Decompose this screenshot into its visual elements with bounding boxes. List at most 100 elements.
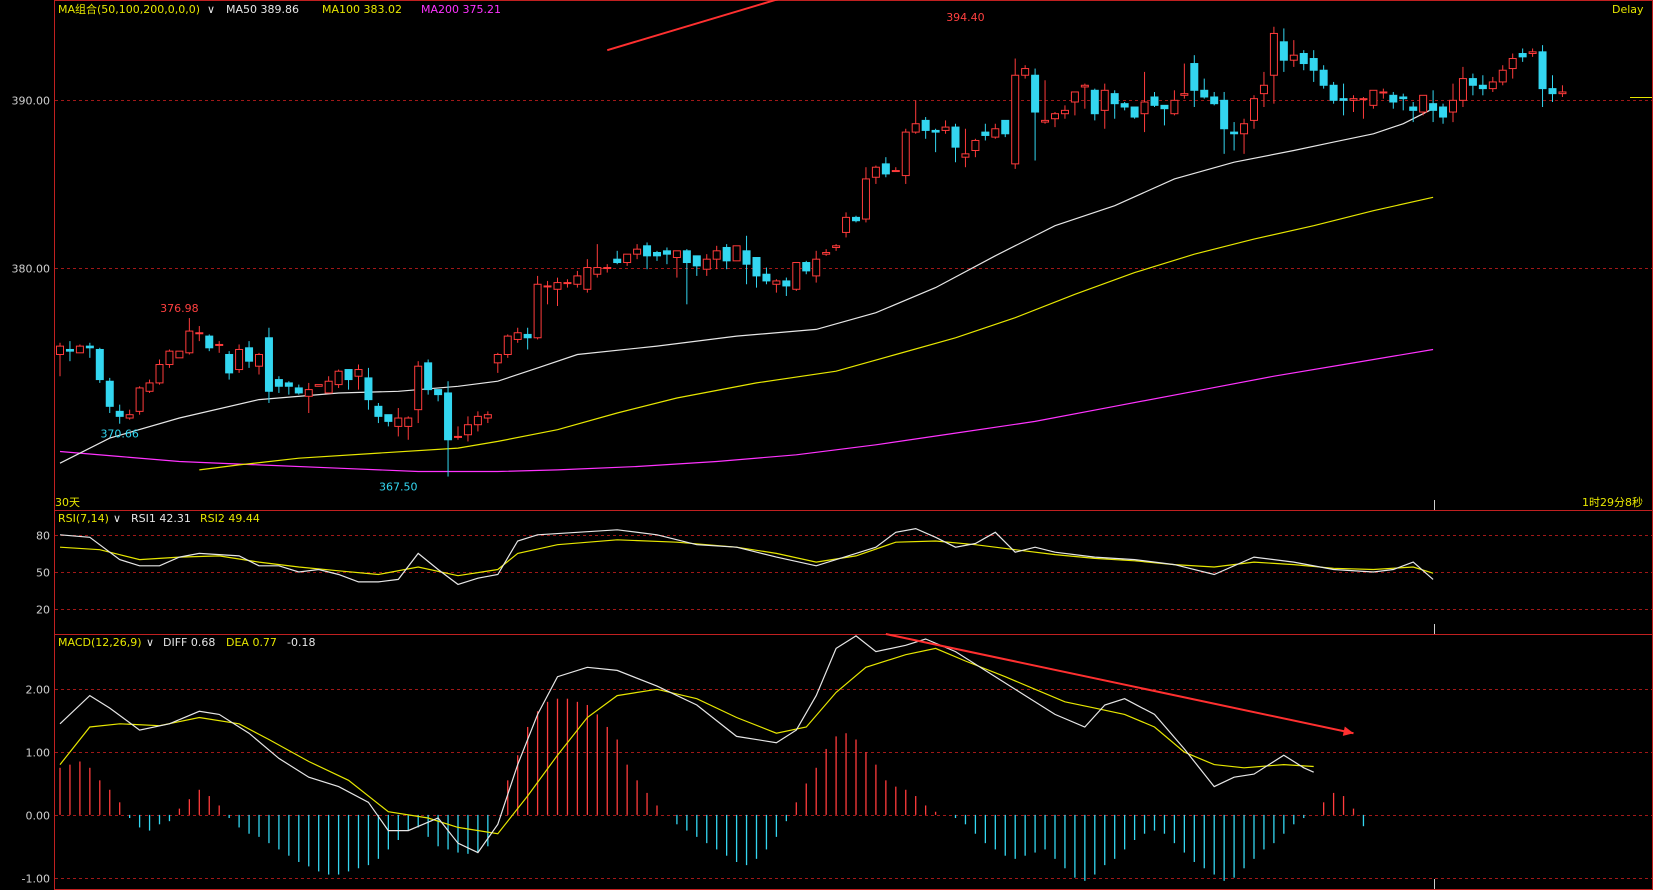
candle-body [454,435,462,438]
candle-body [1220,99,1229,130]
candle-body [573,275,582,285]
candle-body [1399,96,1408,100]
macd-plot [59,635,1365,881]
candle-body [1250,98,1258,121]
candle-body [145,382,154,392]
rsi-indicator-label[interactable]: RSI(7,14) [58,512,109,525]
rsi-chevron-icon[interactable]: ∨ [113,512,121,525]
candle-body [1379,91,1388,94]
candle-body [653,251,661,257]
candle-body [1080,84,1089,88]
candle-body [842,216,851,233]
candle-body [1150,96,1159,106]
candle-body [1140,101,1149,115]
macd-chevron-icon[interactable]: ∨ [146,636,154,649]
macd-tick-label: 0.00 [26,810,51,823]
candle-body [1359,98,1368,101]
candle-body [294,387,303,394]
candle-body [394,417,403,427]
candle-body [503,335,512,355]
candle-body [95,348,104,381]
candle-body [931,129,940,133]
candle-body [782,280,791,287]
candle-body [991,128,1000,138]
rsi-tick-label: 50 [36,567,50,580]
candle-body [1458,78,1467,101]
candle-body [215,343,224,346]
trend-arrow-shaft-1 [885,633,1354,735]
candle-body [105,380,114,407]
candle-body [205,335,214,349]
candle-body [852,216,860,222]
candle-body [911,123,920,133]
candle-body [921,119,930,131]
candle-body [314,384,323,387]
candle-body [1200,89,1209,98]
candle-body [1120,103,1129,108]
candle-body [155,364,164,384]
candle-body [951,126,960,148]
candle-body [1528,51,1537,55]
candle-body [324,380,333,394]
macd-tick-label: 2.00 [26,684,51,697]
candle-body [1339,98,1348,101]
candle-body [424,362,433,391]
candle-body [245,347,254,362]
candle-body [1210,96,1219,105]
candle-body [1429,103,1438,111]
candle-body [1369,89,1378,106]
candle-body [1488,81,1497,90]
delay-label: Delay [1612,3,1644,16]
price-ind-chevron-icon[interactable]: ∨ [207,3,215,16]
candle-body [692,255,701,267]
chart-root: 390.00 380.00 80 50 20 2.00 1.00 0.00 -1.00 376.9… [0,0,1653,890]
price-extreme-label: 367.50 [379,481,418,494]
candle-body [1240,123,1249,135]
labels: 390.00 380.00 80 50 20 2.00 1.00 0.00 -1.00 376.9… [12,11,985,886]
candle-body [1389,94,1398,103]
candle-body [384,414,393,422]
candle-body [533,283,542,339]
ma100-line [199,196,1434,471]
candle-body [762,273,771,282]
candle-body [891,170,900,173]
price-indicator-label[interactable]: MA组合(50,100,200,0,0,0) [58,2,200,16]
ma100-readout: MA100 383.02 [322,3,402,16]
candle-body [1110,93,1119,105]
candle-body [1419,94,1428,113]
price-extreme-label: 376.98 [160,302,199,315]
candle-body [1269,32,1278,76]
candles [56,26,1567,477]
countdown-label: 1时29分8秒 [1582,495,1643,509]
candle-body [264,337,273,392]
candle-body [971,139,980,151]
candle-body [404,417,413,427]
candle-body [563,282,572,285]
candle-body [1279,41,1288,61]
candle-body [135,387,144,412]
candle-body [832,245,841,248]
candle-body [1508,58,1517,70]
candle-body [1259,84,1268,95]
candle-body [374,405,383,417]
candle-body [1319,69,1328,86]
ma-lines [59,108,1434,473]
macd-indicator-label[interactable]: MACD(12,26,9) [58,636,142,649]
candle-body [1001,119,1010,135]
candle-body [1190,63,1199,91]
candle-body [1090,89,1099,115]
candle-body [463,424,472,436]
candle-body [1230,131,1239,135]
candle-body [185,330,194,354]
candle-body [1170,99,1179,115]
candle-body [1130,106,1139,118]
candle-body [742,250,751,265]
candle-body [1439,106,1448,118]
macd-tick-label: 1.00 [26,747,51,760]
candle-body [1041,119,1050,123]
candle-body [593,267,602,275]
candle-body [434,389,443,396]
candle-body [822,251,831,255]
candle-body [334,370,343,386]
rsi-lines [59,527,1434,586]
